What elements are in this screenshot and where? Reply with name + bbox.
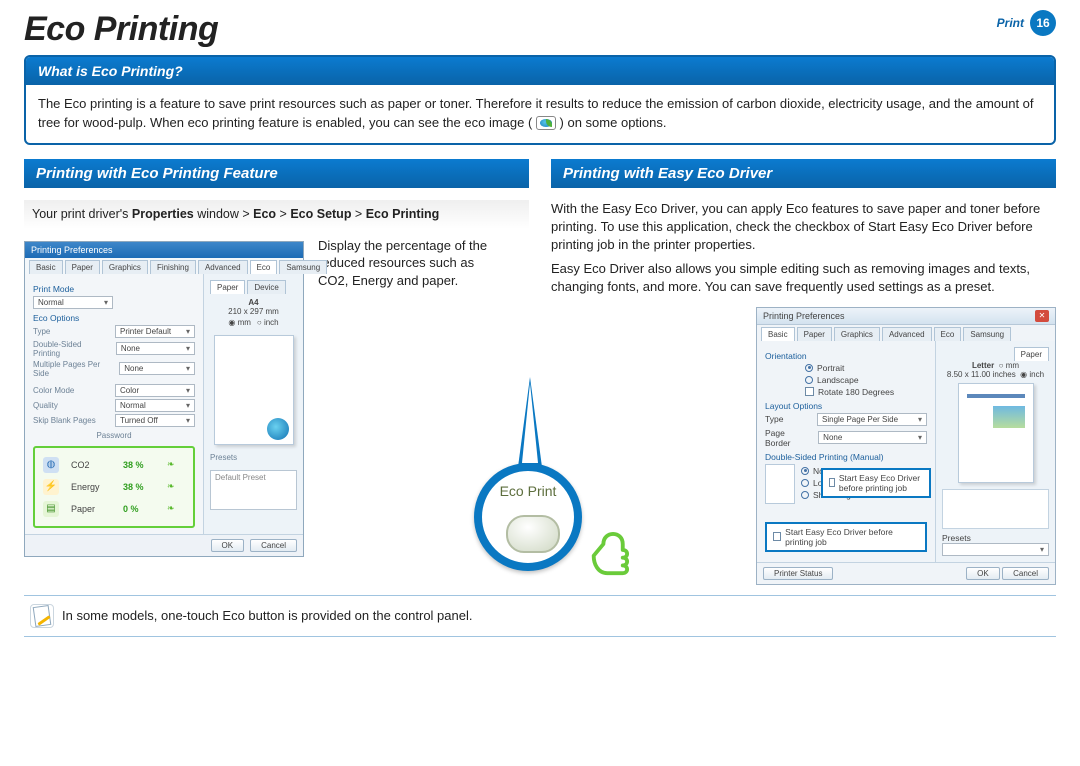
border-select: None xyxy=(818,431,927,444)
eco-button-callout: Eco Print xyxy=(474,463,634,571)
radio-landscape xyxy=(805,376,813,384)
path-eco: Eco xyxy=(253,207,276,221)
paper-preview xyxy=(214,335,294,445)
paper-icon: ▤ xyxy=(43,501,59,517)
footnote: In some models, one-touch Eco button is … xyxy=(24,595,1056,637)
page-number-box: Print 16 xyxy=(997,10,1056,36)
print-mode-select: Normal xyxy=(33,296,113,309)
path-eco-setup: Eco Setup xyxy=(290,207,351,221)
footnote-text: In some models, one-touch Eco button is … xyxy=(62,608,472,623)
leaf-icon: ❧ xyxy=(167,481,185,492)
path-eco-printing: Eco Printing xyxy=(366,207,440,221)
start-easy-eco-highlight: Start Easy Eco Driver before printing jo… xyxy=(821,468,931,498)
eco-print-label: Eco Print xyxy=(482,483,574,499)
password-label: Password xyxy=(96,431,131,440)
chk-rotate xyxy=(805,387,814,396)
shot1-tab: Graphics xyxy=(102,260,148,274)
shot2-cancel-button: Cancel xyxy=(1002,567,1049,580)
shot2-tab: Basic xyxy=(761,327,795,341)
section-label: Print xyxy=(997,16,1024,30)
eco-print-hardware-button xyxy=(506,515,560,553)
whatis-text-after: ) on some options. xyxy=(560,115,667,130)
page-number-badge: 16 xyxy=(1030,10,1056,36)
radio-portrait xyxy=(805,364,813,372)
shot1-right-tab: Paper xyxy=(210,280,245,294)
shot1-tab: Paper xyxy=(65,260,100,274)
paper-preview xyxy=(958,383,1034,483)
result-label: CO2 xyxy=(71,460,117,470)
shot1-ok-button: OK xyxy=(211,539,245,552)
shot1-tab: Advanced xyxy=(198,260,248,274)
layout-label: Layout Options xyxy=(765,401,927,411)
printer-status-button: Printer Status xyxy=(763,567,833,580)
whatis-bar: What is Eco Printing? xyxy=(26,57,1054,85)
result-sim-callout: Display the percentage of the reduced re… xyxy=(318,237,498,290)
shot2-tab: Advanced xyxy=(882,327,932,341)
eco-options-label: Eco Options xyxy=(33,313,195,323)
shot1-tab-active: Eco xyxy=(250,260,278,274)
result-simulator: ◍ CO2 38 % ❧ ⚡ Energy 38 % ❧ xyxy=(33,446,195,528)
right-para1: With the Easy Eco Driver, you can apply … xyxy=(551,200,1056,255)
finger-tap-icon xyxy=(584,515,646,577)
shot2-title: Printing Preferences xyxy=(763,311,845,321)
path-prefix: Your print driver's xyxy=(32,207,132,221)
double-sided-label: Double-Sided Printing (Manual) xyxy=(765,452,927,462)
result-label: Paper xyxy=(71,504,117,514)
whatis-body: The Eco printing is a feature to save pr… xyxy=(26,85,1054,143)
result-value: 0 % xyxy=(123,504,161,514)
orientation-label: Orientation xyxy=(765,351,927,361)
presets-label: Presets xyxy=(942,533,1049,543)
leaf-icon: ❧ xyxy=(167,459,185,470)
paper-name: A4 xyxy=(248,298,258,307)
paper-dim: 210 x 297 mm xyxy=(228,307,279,316)
paper-dim: 8.50 x 11.00 inches xyxy=(947,370,1016,379)
chk-start-easy-eco xyxy=(773,532,781,541)
shot1-title: Printing Preferences xyxy=(31,245,113,255)
shot1-tab: Finishing xyxy=(150,260,196,274)
path-properties: Properties xyxy=(132,207,194,221)
right-section-bar: Printing with Easy Eco Driver xyxy=(551,159,1056,188)
shot2-ok-button: OK xyxy=(966,567,1000,580)
shot2-tab: Paper xyxy=(797,327,832,341)
paper-name: Letter xyxy=(972,361,994,370)
presets-label: Presets xyxy=(210,453,297,462)
type-select: Single Page Per Side xyxy=(817,413,927,426)
result-value: 38 % xyxy=(123,460,161,470)
shot2-tab: Samsung xyxy=(963,327,1011,341)
energy-icon: ⚡ xyxy=(43,479,59,495)
shot2-tab: Eco xyxy=(934,327,962,341)
left-section-bar: Printing with Eco Printing Feature xyxy=(24,159,529,188)
leaf-icon: ❧ xyxy=(167,503,185,514)
whatis-box: What is Eco Printing? The Eco printing i… xyxy=(24,55,1056,145)
shot2-tab: Graphics xyxy=(834,327,880,341)
co2-icon: ◍ xyxy=(43,457,59,473)
shot1-tab: Basic xyxy=(29,260,63,274)
note-icon xyxy=(30,604,54,628)
start-easy-eco-label: Start Easy Eco Driver before printing jo… xyxy=(839,473,923,493)
shot1-cancel-button: Cancel xyxy=(250,539,297,552)
driver-path: Your print driver's Properties window > … xyxy=(24,200,529,229)
page-title: Eco Printing xyxy=(24,10,218,49)
chk-start-easy-eco xyxy=(829,478,835,487)
right-para2: Easy Eco Driver also allows you simple e… xyxy=(551,260,1056,296)
shot1-right-tab: Device xyxy=(247,280,285,294)
presets-box: Default Preset xyxy=(210,470,297,510)
start-easy-eco-highlight-2: Start Easy Eco Driver before printing jo… xyxy=(765,522,927,552)
result-label: Energy xyxy=(71,482,117,492)
printing-prefs-screenshot-2: Printing Preferences ✕ Basic Paper Graph… xyxy=(756,307,1056,585)
close-icon: ✕ xyxy=(1035,310,1049,322)
shot1-tab: Samsung xyxy=(279,260,327,274)
result-value: 38 % xyxy=(123,482,161,492)
printing-prefs-screenshot-1: Printing Preferences Basic Paper Graphic… xyxy=(24,241,304,557)
eco-icon xyxy=(536,116,556,130)
eco-type-select: Printer Default xyxy=(115,325,195,338)
print-mode-label: Print Mode xyxy=(33,284,195,294)
